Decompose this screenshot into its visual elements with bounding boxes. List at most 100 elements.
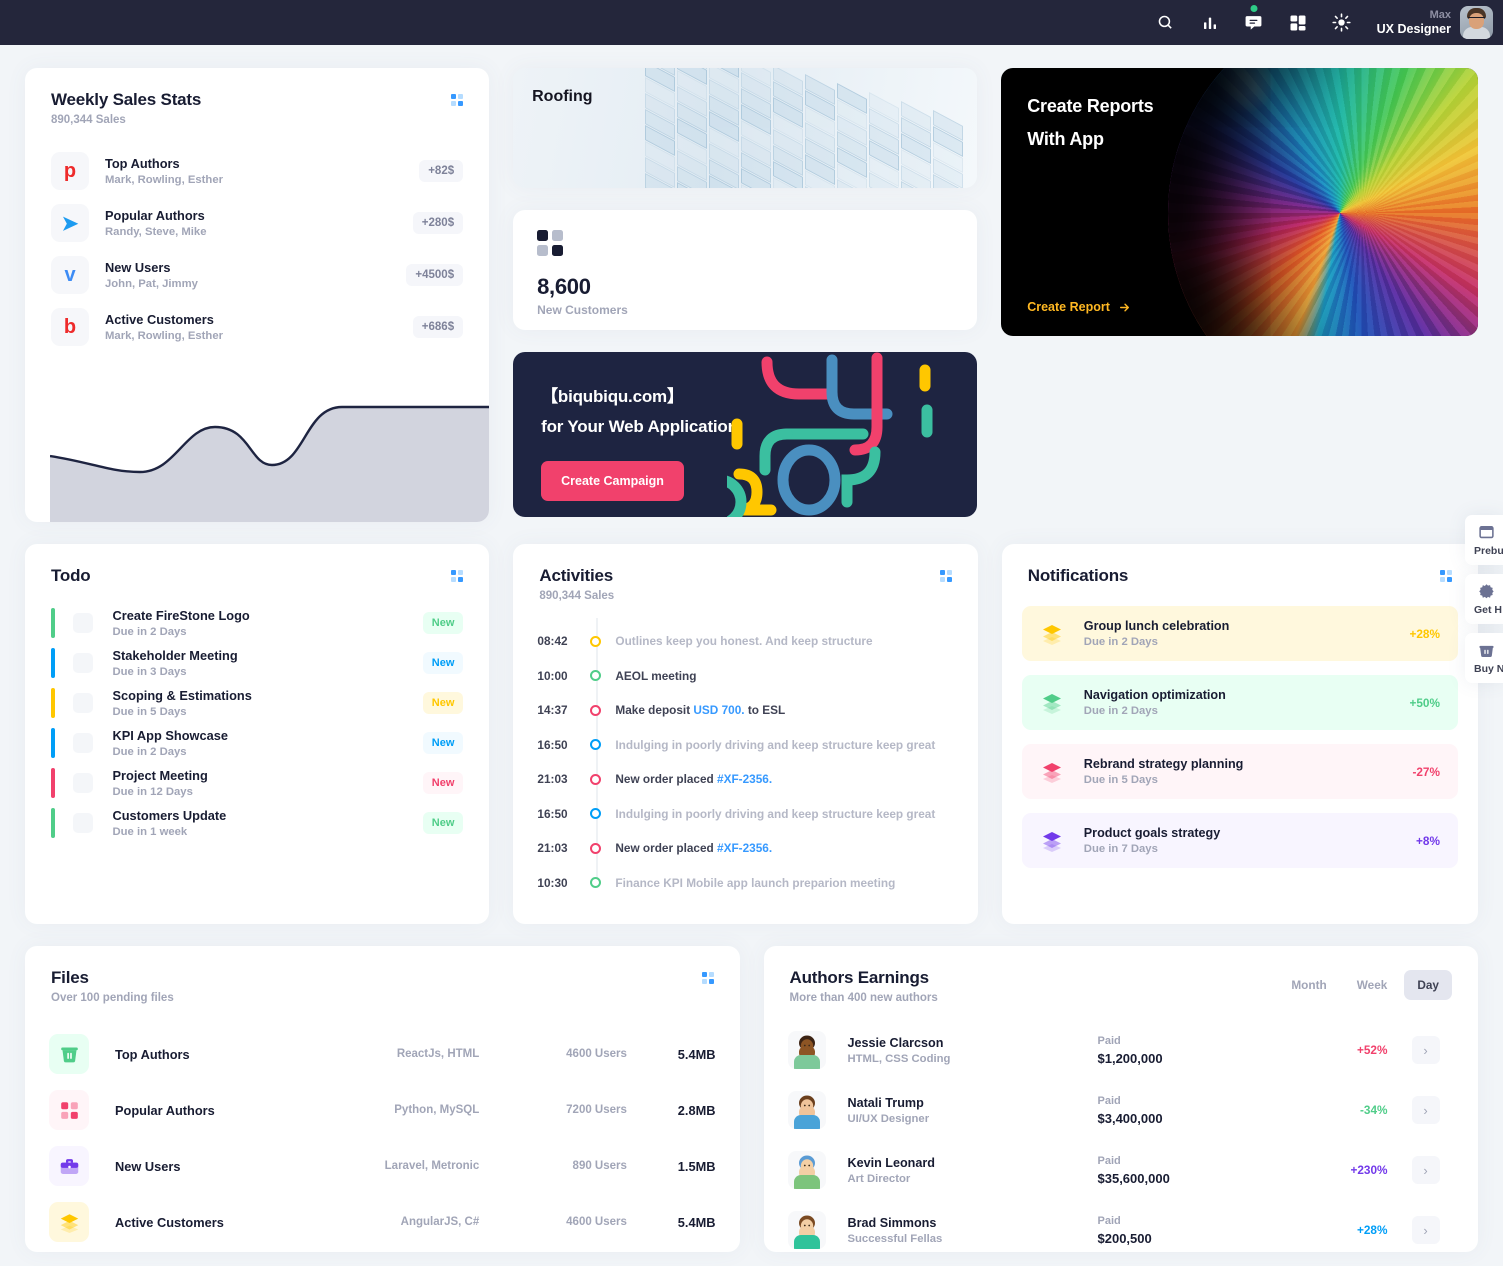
brightness-sun-icon[interactable] bbox=[1329, 10, 1355, 36]
activity-link[interactable]: USD 700. bbox=[693, 703, 744, 717]
avatar bbox=[787, 1031, 826, 1069]
todo-text: Customers Update Due in 1 week bbox=[113, 808, 423, 838]
author-row[interactable]: Brad Simmons Successful Fellas Paid $200,50… bbox=[787, 1200, 1455, 1252]
todo-item[interactable]: Create FireStone Logo Due in 2 Days New bbox=[51, 608, 464, 638]
todo-text: Project Meeting Due in 12 Days bbox=[113, 768, 423, 798]
paid-label: Paid bbox=[1097, 1034, 1121, 1047]
weekly-sales-row[interactable]: ➤ Popular Authors Randy, Steve, Mike +280$ bbox=[51, 204, 464, 242]
weekly-sales-row[interactable]: b Active Customers Mark, Rowling, Esther +6… bbox=[51, 308, 464, 346]
author-info: Jessie Clarcson HTML, CSS Coding bbox=[848, 1036, 1098, 1065]
todo-item[interactable]: Customers Update Due in 1 week New bbox=[51, 808, 464, 838]
buy-now-basket-icon bbox=[1478, 642, 1495, 659]
weekly-sales-members: Randy, Steve, Mike bbox=[105, 226, 207, 238]
chevron-right-icon[interactable]: › bbox=[1411, 1216, 1440, 1244]
author-row[interactable]: Kevin Leonard Art Director Paid $35,600,000… bbox=[787, 1140, 1455, 1200]
todo-item[interactable]: Scoping & Estimations Due in 5 Days New bbox=[51, 688, 464, 718]
activity-description: AEOL meeting bbox=[615, 668, 697, 683]
todo-checkbox[interactable] bbox=[72, 653, 93, 673]
todo-checkbox[interactable] bbox=[72, 613, 93, 633]
create-report-label: Create Report bbox=[1027, 300, 1110, 314]
notification-item[interactable]: Product goals strategy Due in 7 Days +8% bbox=[1021, 813, 1458, 868]
activity-item: 14:37 Make deposit USD 700. to ESL bbox=[537, 693, 951, 728]
weekly-sales-amount: +4500$ bbox=[406, 264, 464, 286]
side-toolbar-item[interactable]: Prebu bbox=[1465, 515, 1503, 565]
file-row[interactable]: Top Authors ReactJs, HTML 4600 Users 5.4MB bbox=[49, 1026, 716, 1082]
paid-amount: $1,200,000 bbox=[1097, 1050, 1163, 1066]
layers-icon bbox=[49, 1202, 89, 1242]
briefcase-icon bbox=[49, 1146, 89, 1186]
notification-percent: -27% bbox=[1412, 764, 1440, 779]
activity-link[interactable]: #XF-2356. bbox=[717, 772, 772, 786]
notification-item[interactable]: Group lunch celebration Due in 2 Days +28% bbox=[1021, 606, 1458, 661]
todo-due: Due in 1 week bbox=[112, 826, 188, 838]
chevron-right-icon[interactable]: › bbox=[1411, 1036, 1440, 1064]
menu-dots-icon[interactable] bbox=[451, 570, 464, 582]
weekly-sales-members: Mark, Rowling, Esther bbox=[105, 174, 224, 186]
todo-text: Create FireStone Logo Due in 2 Days bbox=[113, 608, 423, 638]
author-row[interactable]: Jessie Clarcson HTML, CSS Coding Paid $1,20… bbox=[787, 1020, 1455, 1080]
menu-dots-icon[interactable] bbox=[451, 94, 464, 106]
file-size: 2.8MB bbox=[677, 1102, 716, 1118]
menu-dots-icon[interactable] bbox=[1439, 570, 1452, 582]
create-report-link[interactable]: Create Report bbox=[1027, 300, 1131, 314]
todo-list: Create FireStone Logo Due in 2 Days New Sta… bbox=[25, 586, 489, 838]
decorative-pattern bbox=[727, 352, 933, 517]
side-toolbar-item[interactable]: Get H bbox=[1465, 574, 1503, 624]
todo-item[interactable]: Project Meeting Due in 12 Days New bbox=[51, 768, 464, 798]
prebuilt-pages-icon bbox=[1478, 524, 1495, 541]
side-toolbar-item[interactable]: Buy N bbox=[1465, 633, 1503, 683]
file-row[interactable]: Active Customers AngularJS, C# 4600 Users 5… bbox=[49, 1194, 716, 1250]
file-row[interactable]: Popular Authors Python, MySQL 7200 Users 2.… bbox=[49, 1082, 716, 1138]
grid-layout-icon[interactable] bbox=[1285, 10, 1311, 36]
notification-item[interactable]: Rebrand strategy planning Due in 5 Days -2… bbox=[1021, 744, 1458, 799]
file-name: Popular Authors bbox=[115, 1102, 215, 1118]
paid-amount: $35,600,000 bbox=[1097, 1170, 1170, 1186]
tab-day[interactable]: Day bbox=[1404, 970, 1452, 1000]
notification-percent: +8% bbox=[1416, 833, 1440, 848]
notification-due: Due in 7 Days bbox=[1083, 843, 1158, 855]
avatar[interactable] bbox=[1460, 6, 1493, 39]
grid-squares-icon bbox=[49, 1090, 89, 1130]
files-titles: Files Over 100 pending files bbox=[51, 968, 174, 1004]
menu-dots-icon[interactable] bbox=[939, 570, 952, 582]
avatar bbox=[787, 1151, 826, 1189]
author-row[interactable]: Natali Trump UI/UX Designer Paid $3,400,000… bbox=[787, 1080, 1455, 1140]
side-toolbar-label: Prebu bbox=[1474, 545, 1503, 557]
chat-bubble-icon[interactable] bbox=[1241, 4, 1267, 36]
todo-item[interactable]: Stakeholder Meeting Due in 3 Days New bbox=[51, 648, 464, 678]
activity-link[interactable]: #XF-2356. bbox=[717, 841, 772, 855]
tab-month[interactable]: Month bbox=[1278, 970, 1339, 1000]
chevron-right-icon[interactable]: › bbox=[1411, 1096, 1440, 1124]
layers-icon bbox=[1040, 622, 1064, 646]
notification-item[interactable]: Navigation optimization Due in 2 Days +50% bbox=[1021, 675, 1458, 730]
search-icon[interactable] bbox=[1153, 10, 1179, 36]
middle-column: Roofing 8,600 New Customers 【biqubiqu.co… bbox=[513, 68, 978, 522]
create-campaign-button[interactable]: Create Campaign bbox=[541, 461, 684, 501]
activities-card: Activities 890,344 Sales 08:42 Outlines k… bbox=[513, 544, 978, 924]
user-profile[interactable]: Max UX Designer bbox=[1377, 6, 1493, 39]
tab-week[interactable]: Week bbox=[1344, 970, 1401, 1000]
todo-text: Stakeholder Meeting Due in 3 Days bbox=[113, 648, 423, 678]
todo-checkbox[interactable] bbox=[72, 813, 93, 833]
roofing-card[interactable]: Roofing bbox=[513, 68, 978, 188]
weekly-sales-amount: +82$ bbox=[419, 160, 464, 182]
menu-dots-icon[interactable] bbox=[701, 972, 714, 984]
file-row[interactable]: New Users Laravel, Metronic 890 Users 1.5MB bbox=[49, 1138, 716, 1194]
chevron-right-icon[interactable]: › bbox=[1411, 1156, 1440, 1184]
activity-description: New order placed #XF-2356. bbox=[615, 841, 773, 856]
status-badge: New bbox=[422, 652, 464, 674]
todo-item[interactable]: KPI App Showcase Due in 2 Days New bbox=[51, 728, 464, 758]
todo-checkbox[interactable] bbox=[72, 773, 93, 793]
todo-checkbox[interactable] bbox=[72, 693, 93, 713]
todo-checkbox[interactable] bbox=[72, 733, 93, 753]
file-row[interactable] bbox=[49, 1250, 716, 1252]
chart-bar-icon[interactable] bbox=[1197, 10, 1223, 36]
author-role: Successful Fellas bbox=[847, 1232, 943, 1245]
todo-name: Project Meeting bbox=[112, 768, 208, 783]
weekly-sales-name: New Users bbox=[105, 260, 171, 275]
files-header: Files Over 100 pending files bbox=[25, 946, 740, 1004]
activity-description: Outlines keep you honest. And keep struc… bbox=[615, 634, 873, 649]
weekly-sales-row[interactable]: v New Users John, Pat, Jimmy +4500$ bbox=[51, 256, 464, 294]
weekly-sales-row[interactable]: p Top Authors Mark, Rowling, Esther +82$ bbox=[51, 152, 464, 190]
page-title: Weekly Sales Stats bbox=[51, 90, 202, 109]
